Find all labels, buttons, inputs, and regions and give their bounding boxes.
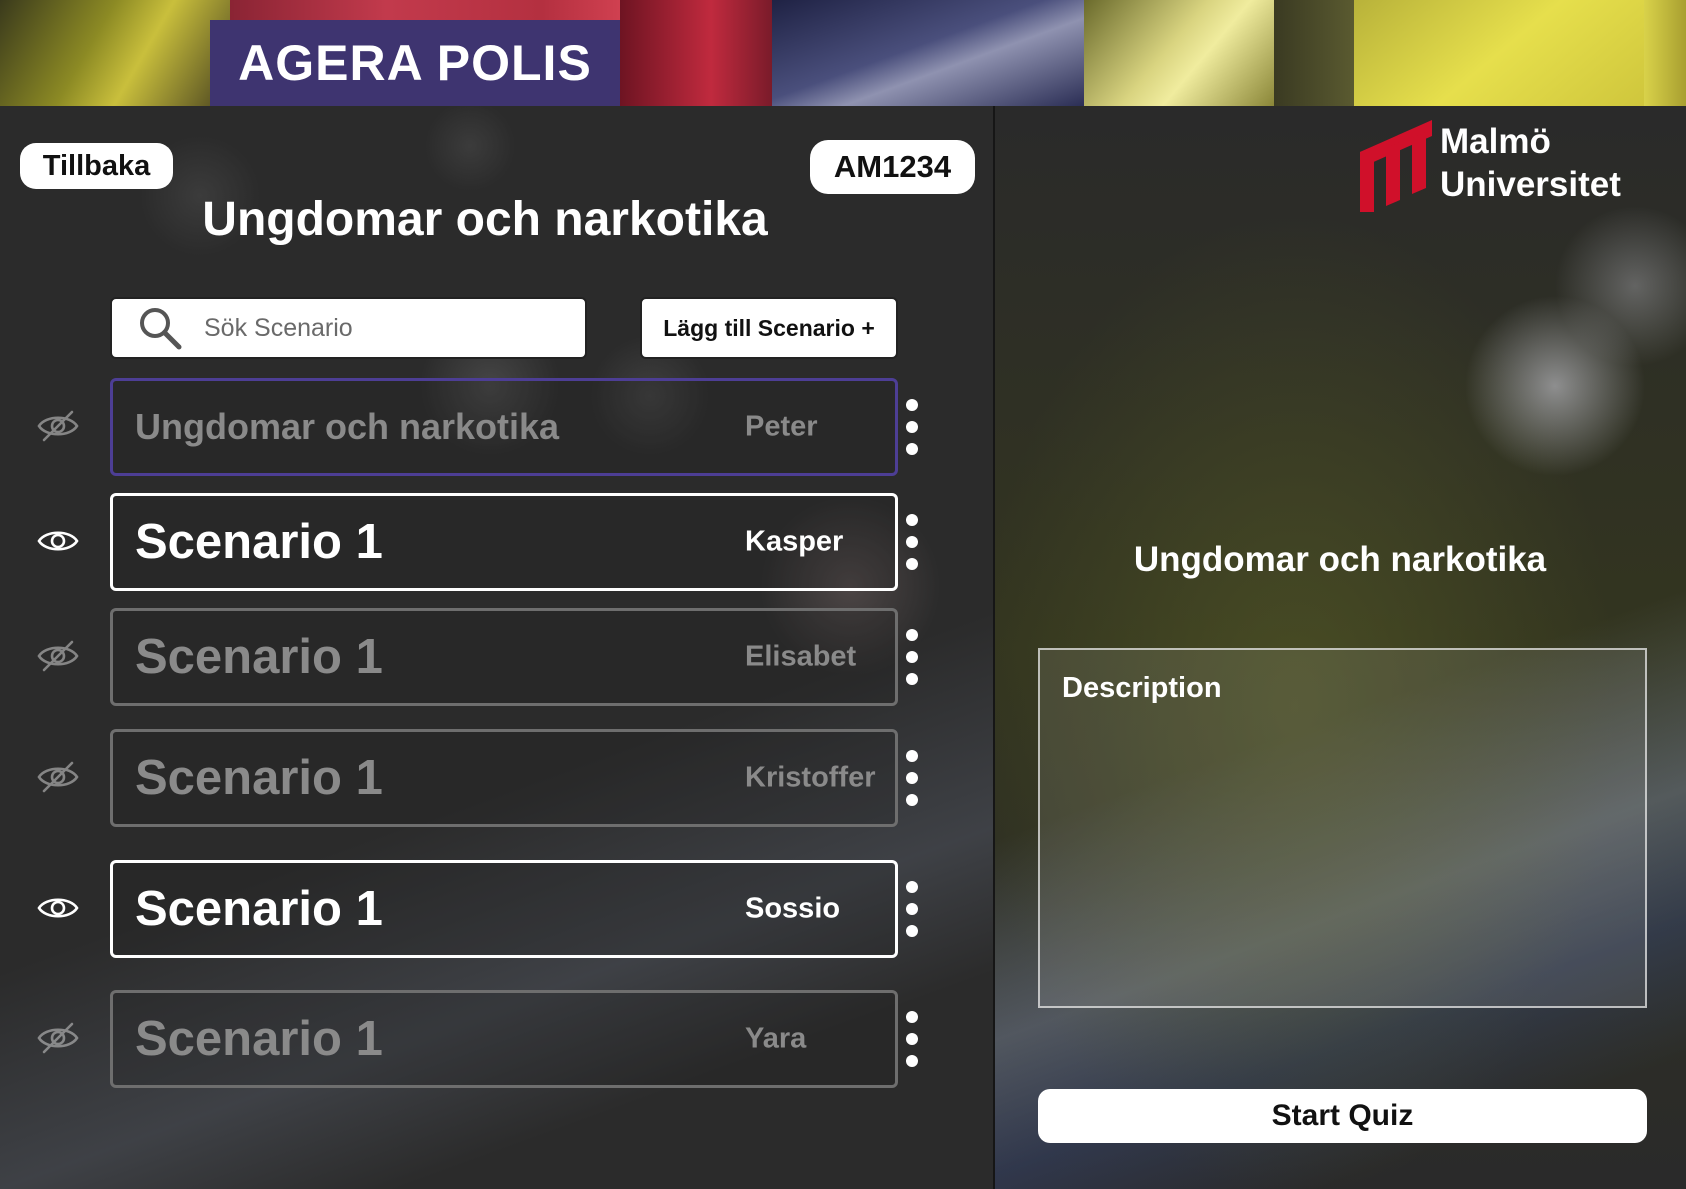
eye-slash-icon[interactable] bbox=[36, 408, 80, 444]
scenario-card[interactable]: Ungdomar och narkotika Peter bbox=[110, 378, 898, 476]
eye-icon[interactable] bbox=[36, 523, 80, 559]
scenario-author: Yara bbox=[745, 1022, 807, 1055]
scenario-card[interactable]: Scenario 1 Kristoffer bbox=[110, 729, 898, 827]
header-photo bbox=[0, 0, 230, 106]
description-label: Description bbox=[1062, 672, 1222, 704]
brand-banner: AGERA POLIS bbox=[210, 20, 620, 106]
university-name-line: Malmö bbox=[1440, 122, 1551, 161]
scenario-author: Sossio bbox=[745, 892, 841, 925]
more-options-icon[interactable] bbox=[902, 881, 922, 937]
header-photo bbox=[1084, 0, 1274, 106]
scenario-row[interactable]: Scenario 1 Elisabet bbox=[0, 608, 993, 706]
scenario-row[interactable]: Scenario 1 Kasper bbox=[0, 493, 993, 591]
start-quiz-button[interactable]: Start Quiz bbox=[1038, 1089, 1647, 1143]
header-photo bbox=[1644, 0, 1686, 106]
scenario-title: Scenario 1 bbox=[135, 515, 383, 569]
header-photo bbox=[1274, 0, 1354, 106]
add-scenario-button[interactable]: Lägg till Scenario + bbox=[640, 297, 898, 359]
scenario-title: Scenario 1 bbox=[135, 630, 383, 684]
brand-title: AGERA POLIS bbox=[238, 35, 592, 91]
description-box[interactable]: Description bbox=[1038, 648, 1647, 1008]
scenario-author: Peter bbox=[745, 410, 818, 443]
university-logo-icon bbox=[1360, 120, 1432, 212]
scenario-row[interactable]: Ungdomar och narkotika Peter bbox=[0, 378, 993, 476]
scenario-author: Elisabet bbox=[745, 640, 857, 673]
scenario-row[interactable]: Scenario 1 Yara bbox=[0, 990, 993, 1088]
university-name-line: Universitet bbox=[1440, 165, 1621, 204]
more-options-icon[interactable] bbox=[902, 1011, 922, 1067]
more-options-icon[interactable] bbox=[902, 750, 922, 806]
header-photo bbox=[1354, 0, 1644, 106]
search-icon bbox=[140, 308, 182, 350]
back-button[interactable]: Tillbaka bbox=[20, 143, 173, 189]
scenario-card[interactable]: Scenario 1 Sossio bbox=[110, 860, 898, 958]
scenario-row[interactable]: Scenario 1 Kristoffer bbox=[0, 729, 993, 827]
eye-slash-icon[interactable] bbox=[36, 1020, 80, 1056]
more-options-icon[interactable] bbox=[902, 514, 922, 570]
scenario-card[interactable]: Scenario 1 Kasper bbox=[110, 493, 898, 591]
page-title: Ungdomar och narkotika bbox=[202, 193, 768, 246]
search-input[interactable] bbox=[204, 313, 564, 343]
more-options-icon[interactable] bbox=[902, 399, 922, 455]
scenario-title: Scenario 1 bbox=[135, 751, 383, 805]
scenario-row[interactable]: Scenario 1 Sossio bbox=[0, 860, 993, 958]
scenario-title: Scenario 1 bbox=[135, 882, 383, 936]
university-name: Malmö Universitet bbox=[1440, 120, 1621, 206]
scenario-card[interactable]: Scenario 1 Yara bbox=[110, 990, 898, 1088]
scenario-card[interactable]: Scenario 1 Elisabet bbox=[110, 608, 898, 706]
search-bar[interactable] bbox=[110, 297, 587, 359]
eye-slash-icon[interactable] bbox=[36, 638, 80, 674]
scenario-title: Ungdomar och narkotika bbox=[135, 406, 560, 447]
course-code-badge: AM1234 bbox=[810, 140, 975, 194]
more-options-icon[interactable] bbox=[902, 629, 922, 685]
scenario-title: Scenario 1 bbox=[135, 1012, 383, 1066]
scenario-author: Kristoffer bbox=[745, 761, 876, 794]
header-photo bbox=[772, 0, 1084, 106]
scenario-author: Kasper bbox=[745, 525, 844, 558]
eye-icon[interactable] bbox=[36, 890, 80, 926]
eye-slash-icon[interactable] bbox=[36, 759, 80, 795]
preview-title: Ungdomar och narkotika bbox=[1133, 540, 1547, 579]
header-photo bbox=[620, 0, 772, 106]
